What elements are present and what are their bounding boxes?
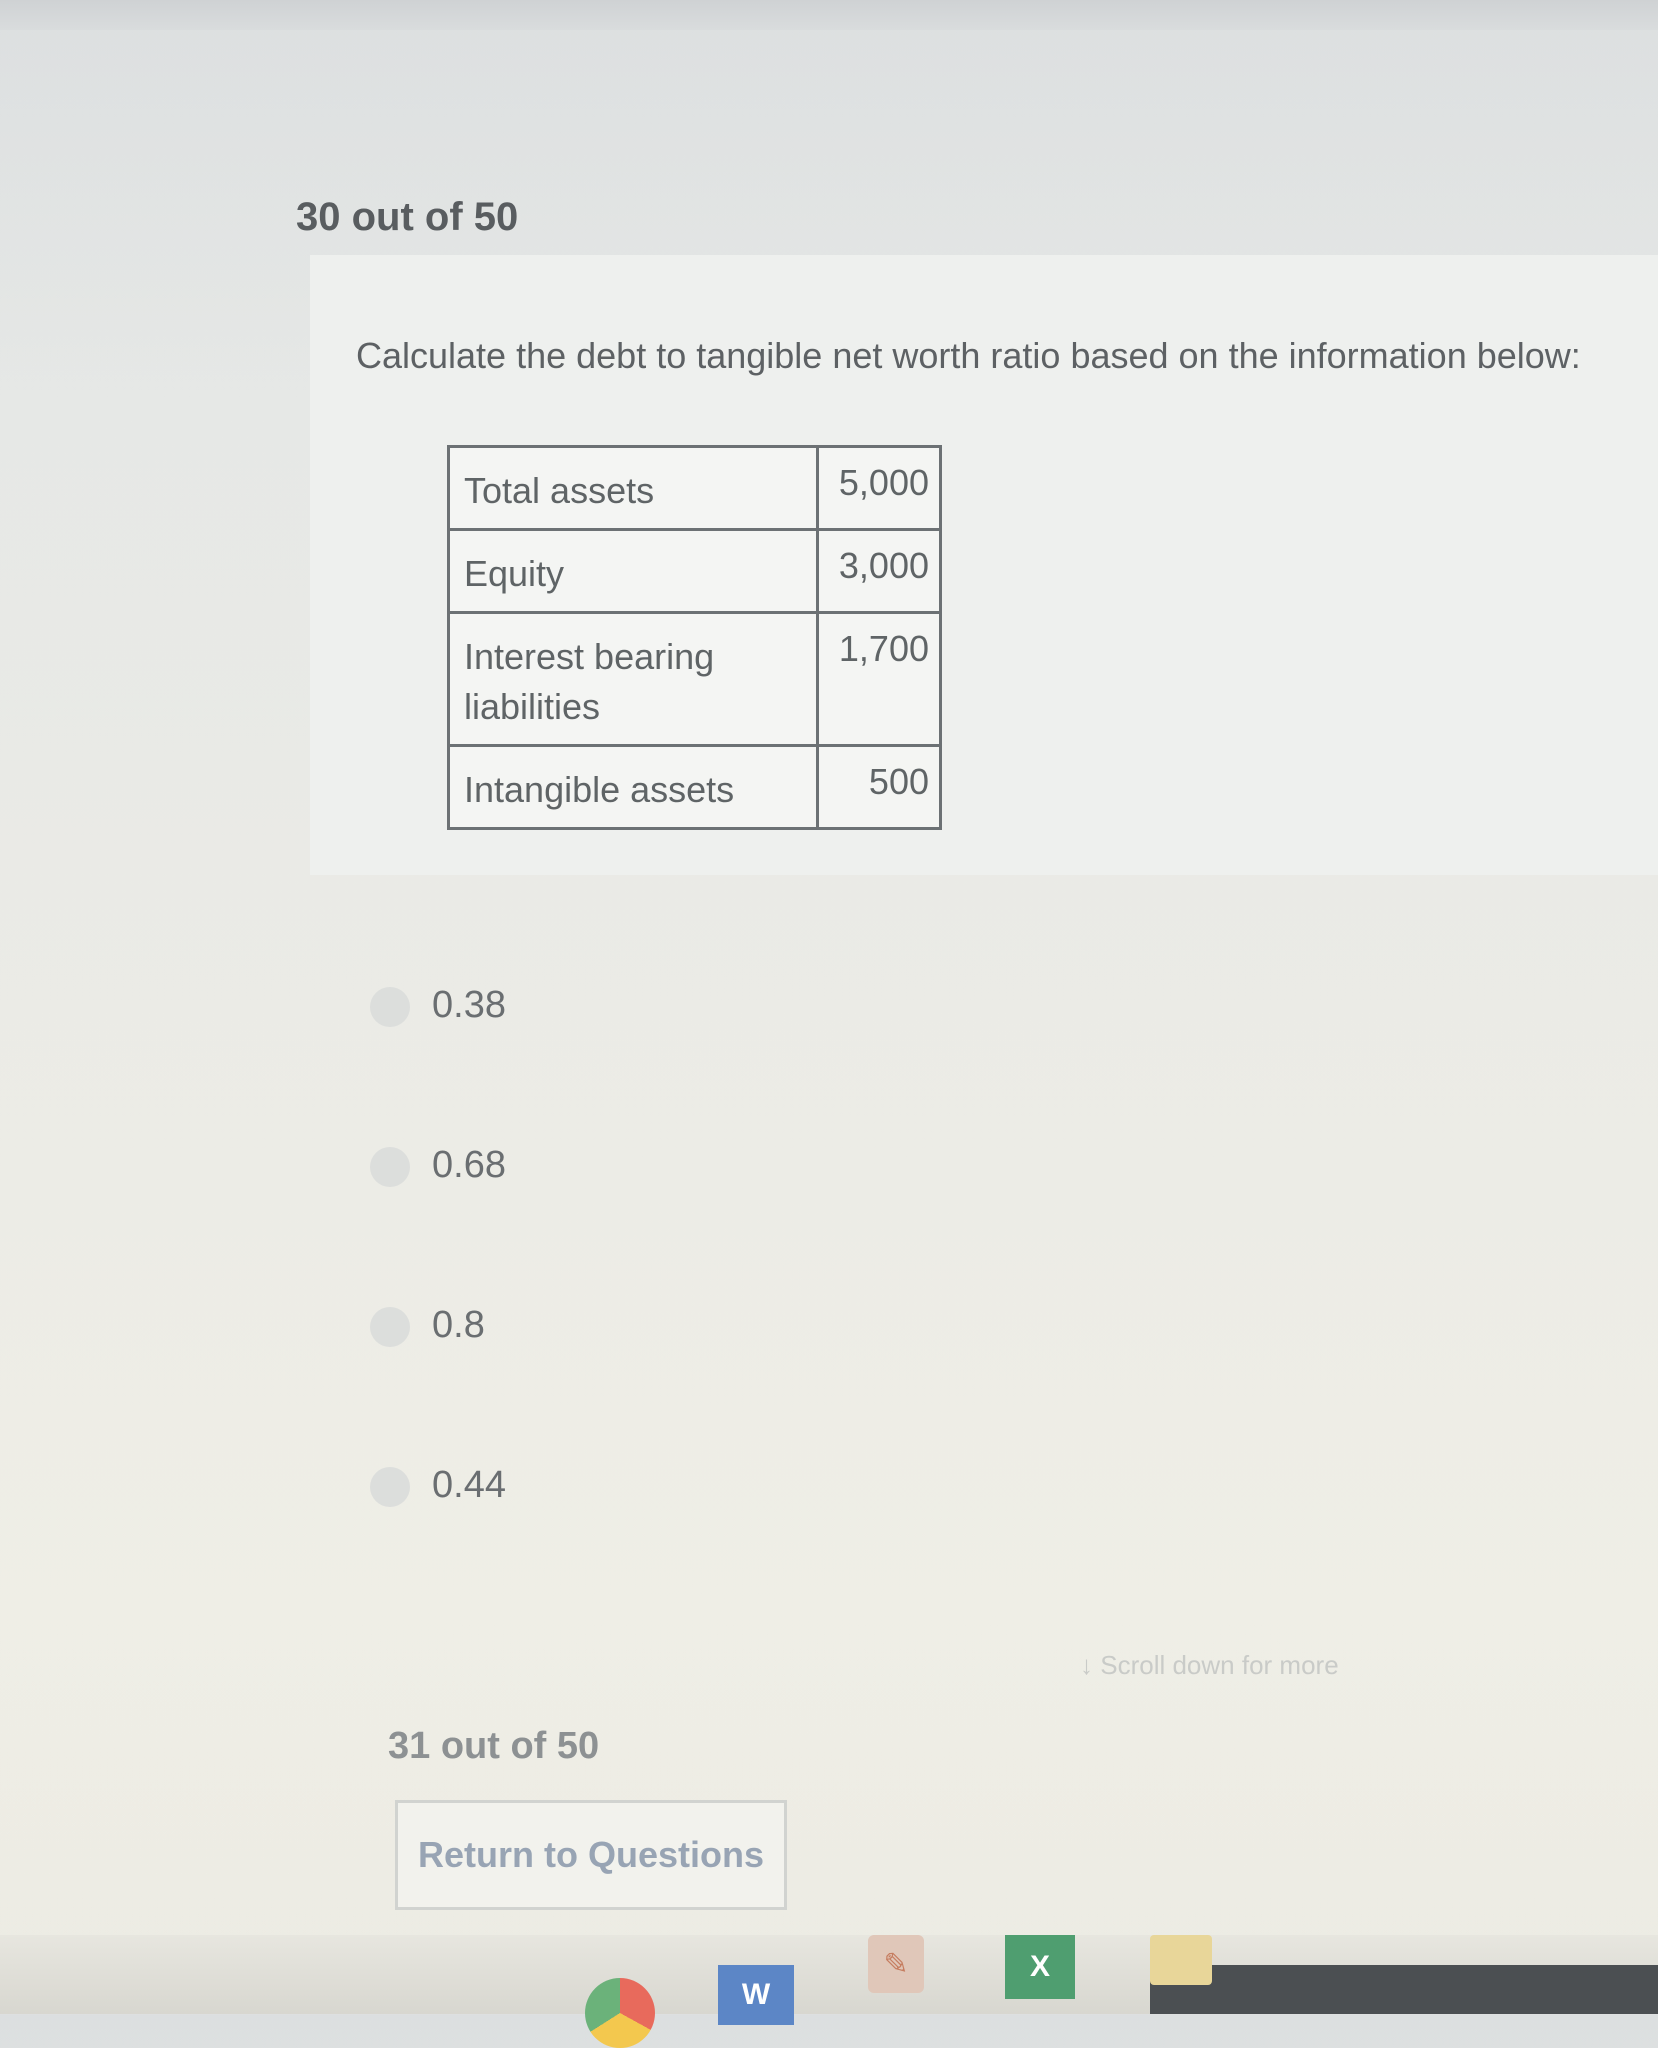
table-row: Equity 3,000 <box>447 528 942 614</box>
financial-data-table: Total assets 5,000 Equity 3,000 Interest… <box>447 445 942 830</box>
table-cell-label: Intangible assets <box>447 744 819 830</box>
answer-option[interactable]: 0.8 <box>370 1295 506 1455</box>
taskbar-edge <box>1150 1965 1658 2014</box>
next-question-number: 31 out of 50 <box>388 1725 600 1767</box>
chrome-icon[interactable] <box>585 1978 655 2048</box>
question-text: Calculate the debt to tangible net worth… <box>356 335 1581 376</box>
excel-icon[interactable]: X <box>1005 1935 1075 1999</box>
table-cell-label: Equity <box>447 528 819 614</box>
browser-top-strip <box>0 0 1658 30</box>
radio-button[interactable] <box>370 1467 410 1507</box>
radio-button[interactable] <box>370 1307 410 1347</box>
scroll-hint-text: Scroll down for more <box>1100 1650 1339 1680</box>
answer-label: 0.8 <box>432 1304 485 1346</box>
scroll-hint: ↓ Scroll down for more <box>1080 1650 1339 1681</box>
table-cell-label: Interest bearing liabilities <box>447 611 819 747</box>
answer-option[interactable]: 0.38 <box>370 975 506 1135</box>
table-cell-value: 1,700 <box>816 611 942 747</box>
files-icon[interactable]: ✎ <box>868 1935 924 1993</box>
table-row: Interest bearing liabilities 1,700 <box>447 611 942 747</box>
table-cell-label: Total assets <box>447 445 819 531</box>
word-icon[interactable]: W <box>718 1965 794 2025</box>
folder-icon[interactable] <box>1150 1935 1212 1985</box>
answer-label: 0.44 <box>432 1464 506 1506</box>
answer-label: 0.38 <box>432 984 506 1026</box>
arrow-down-icon: ↓ <box>1080 1650 1093 1680</box>
radio-button[interactable] <box>370 1147 410 1187</box>
table-cell-value: 5,000 <box>816 445 942 531</box>
table-cell-value: 3,000 <box>816 528 942 614</box>
return-to-questions-button[interactable]: Return to Questions <box>395 1800 787 1910</box>
table-row: Total assets 5,000 <box>447 445 942 531</box>
answer-label: 0.68 <box>432 1144 506 1186</box>
radio-button[interactable] <box>370 987 410 1027</box>
answer-option[interactable]: 0.44 <box>370 1455 506 1615</box>
question-number: 30 out of 50 <box>296 195 519 239</box>
answer-option[interactable]: 0.68 <box>370 1135 506 1295</box>
table-row: Intangible assets 500 <box>447 744 942 830</box>
table-cell-value: 500 <box>816 744 942 830</box>
answer-options: 0.38 0.68 0.8 0.44 <box>370 975 506 1615</box>
